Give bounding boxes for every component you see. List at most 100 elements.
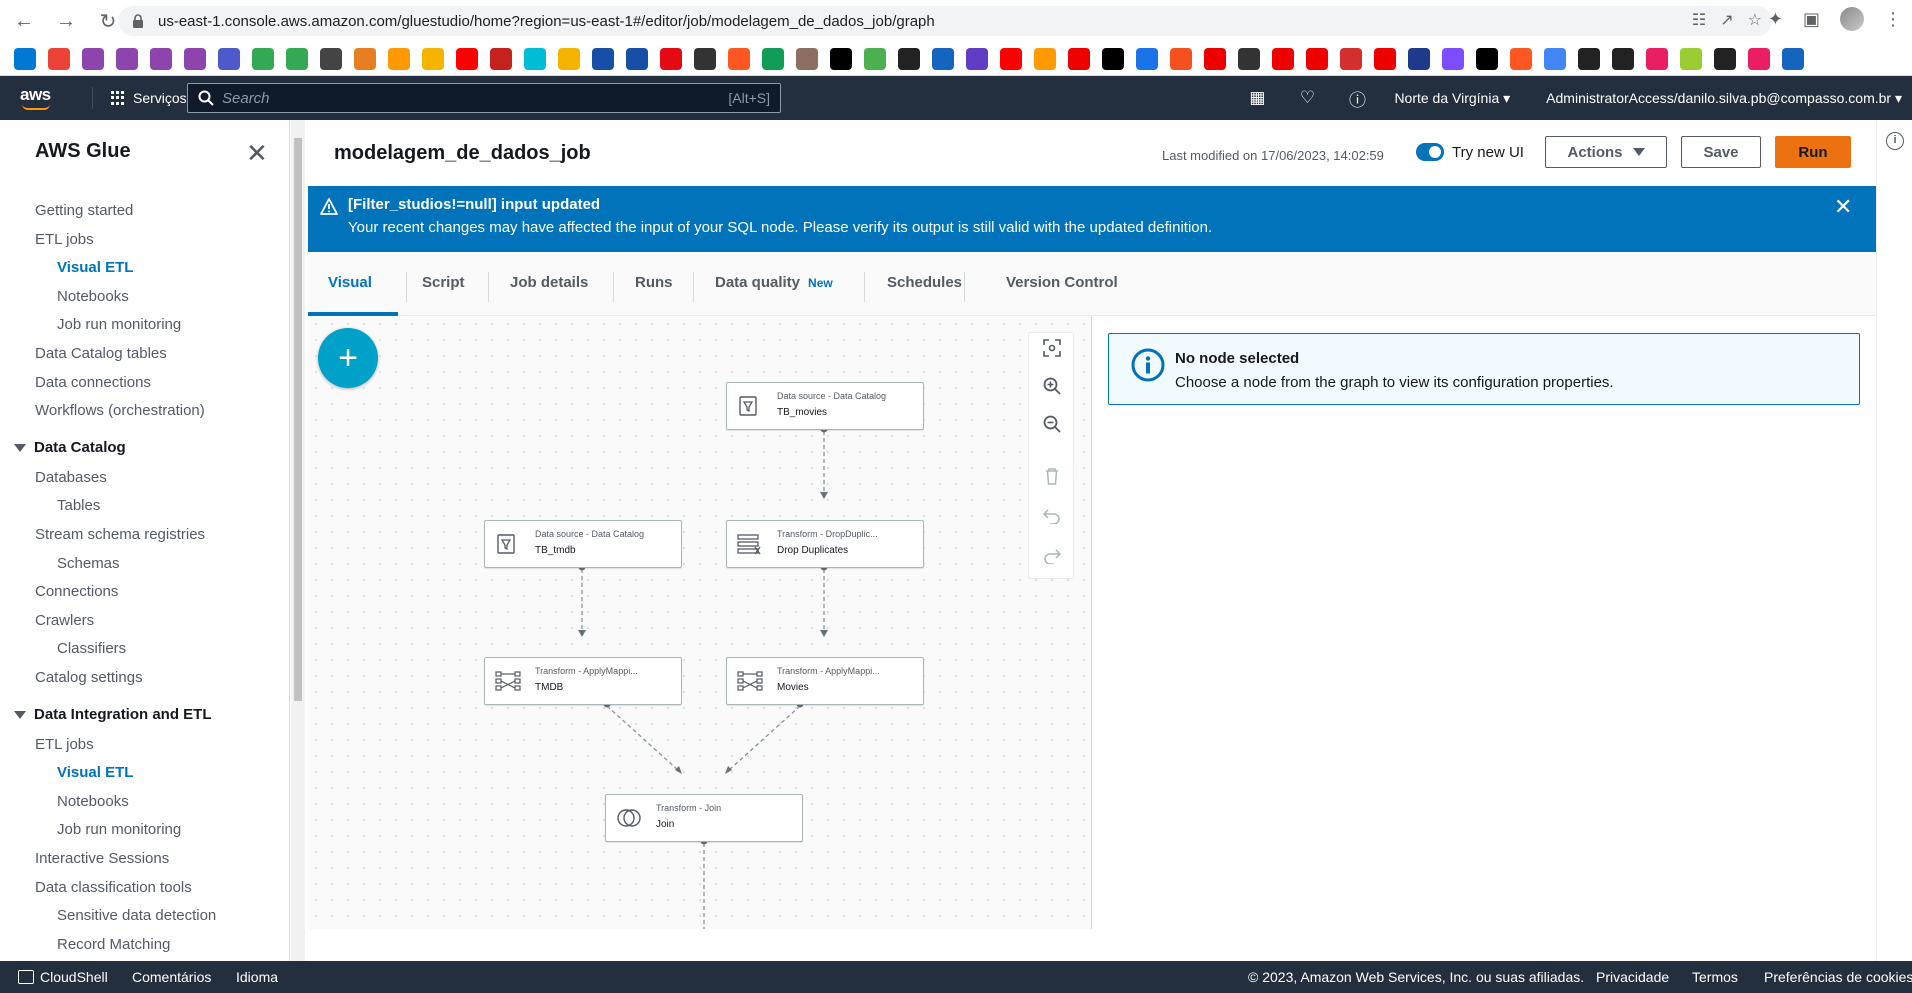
- services-menu[interactable]: Serviços: [111, 90, 187, 106]
- sidebar-item-tables[interactable]: Tables: [57, 497, 100, 514]
- sidebar-item-notebooks[interactable]: Notebooks: [57, 793, 129, 810]
- bookmark-icon[interactable]: [1408, 47, 1430, 70]
- try-new-ui-toggle[interactable]: [1416, 143, 1444, 161]
- sidebar-item-job-run-monitoring[interactable]: Job run monitoring: [57, 316, 181, 333]
- bookmark-icon[interactable]: [1578, 47, 1600, 70]
- tab-visual[interactable]: Visual: [328, 274, 372, 291]
- bookmark-icon[interactable]: [762, 47, 784, 70]
- bookmark-icon[interactable]: [728, 47, 750, 70]
- cloudshell-link[interactable]: CloudShell: [18, 969, 108, 985]
- bookmark-icon[interactable]: [184, 47, 206, 70]
- bookmark-icon[interactable]: [1170, 47, 1192, 70]
- region-selector[interactable]: Norte da Virgínia ▾: [1394, 90, 1510, 107]
- bookmark-icon[interactable]: [1204, 47, 1226, 70]
- bookmark-icon[interactable]: [1340, 47, 1362, 70]
- address-bar[interactable]: us-east-1.console.aws.amazon.com/gluestu…: [118, 6, 1772, 36]
- close-icon[interactable]: ✕: [1834, 194, 1852, 220]
- extensions-icon[interactable]: ✦: [1768, 9, 1783, 30]
- graph-node-tmdb-map[interactable]: Transform - ApplyMappi... TMDB: [484, 657, 682, 705]
- bookmark-icon[interactable]: [218, 47, 240, 70]
- search-input[interactable]: Search [Alt+S]: [187, 83, 781, 113]
- sidepanel-icon[interactable]: ▣: [1803, 9, 1820, 30]
- undo-icon[interactable]: [1029, 501, 1075, 531]
- tab-schedules[interactable]: Schedules: [887, 274, 962, 291]
- redo-icon[interactable]: [1029, 541, 1075, 571]
- bookmark-icon[interactable]: [1136, 47, 1158, 70]
- forward-arrow-icon[interactable]: →: [52, 7, 80, 35]
- bookmark-icon[interactable]: [1034, 47, 1056, 70]
- bookmark-icon[interactable]: [864, 47, 886, 70]
- help-icon[interactable]: ⓘ: [1332, 86, 1382, 111]
- bookmark-icon[interactable]: [456, 47, 478, 70]
- share-icon[interactable]: ↗: [1720, 10, 1733, 30]
- sidebar-item-getting-started[interactable]: Getting started: [35, 202, 133, 219]
- bookmark-icon[interactable]: [286, 47, 308, 70]
- sidebar-item-record-matching[interactable]: Record Matching: [57, 936, 170, 953]
- zoom-out-icon[interactable]: [1029, 409, 1075, 439]
- close-icon[interactable]: ✕: [246, 138, 268, 169]
- cloudshell-icon[interactable]: ▦: [1232, 88, 1282, 108]
- sidebar-item-classifiers[interactable]: Classifiers: [57, 640, 126, 657]
- bookmark-icon[interactable]: [490, 47, 512, 70]
- tab-script[interactable]: Script: [422, 274, 465, 291]
- bookmark-icon[interactable]: [898, 47, 920, 70]
- cookie-preferences-link[interactable]: Preferências de cookies: [1764, 969, 1912, 985]
- bookmark-icon[interactable]: [1782, 47, 1804, 70]
- bookmark-icon[interactable]: [252, 47, 274, 70]
- back-arrow-icon[interactable]: ←: [10, 7, 38, 35]
- sidebar-item-visual-etl[interactable]: Visual ETL: [57, 259, 133, 276]
- sidebar-item-visual-etl[interactable]: Visual ETL: [57, 764, 133, 781]
- bookmark-icon[interactable]: [388, 47, 410, 70]
- section-data-integration[interactable]: Data Integration and ETL: [14, 706, 212, 723]
- terms-link[interactable]: Termos: [1692, 969, 1738, 985]
- tab-version-control[interactable]: Version Control: [1006, 274, 1118, 291]
- bookmark-icon[interactable]: [82, 47, 104, 70]
- bookmark-icon[interactable]: [1714, 47, 1736, 70]
- bookmark-icon[interactable]: [830, 47, 852, 70]
- bookmark-icon[interactable]: [116, 47, 138, 70]
- bookmark-icon[interactable]: [1000, 47, 1022, 70]
- graph-node-movies-map[interactable]: Transform - ApplyMappi... Movies: [726, 657, 924, 705]
- bookmark-icon[interactable]: [1510, 47, 1532, 70]
- bookmark-icon[interactable]: [320, 47, 342, 70]
- bookmark-icon[interactable]: [422, 47, 444, 70]
- bookmark-icon[interactable]: [796, 47, 818, 70]
- graph-node-tb-tmdb[interactable]: Data source - Data Catalog TB_tmdb: [484, 520, 682, 568]
- sidebar-item-crawlers[interactable]: Crawlers: [35, 612, 94, 629]
- actions-button[interactable]: Actions: [1545, 136, 1667, 168]
- bookmark-icon[interactable]: [1612, 47, 1634, 70]
- bookmark-icon[interactable]: [660, 47, 682, 70]
- bookmark-icon[interactable]: [1068, 47, 1090, 70]
- sidebar-item-stream-schema-registries[interactable]: Stream schema registries: [35, 526, 205, 543]
- bookmark-icon[interactable]: [1680, 47, 1702, 70]
- graph-node-drop-duplicates[interactable]: Transform - DropDuplic... Drop Duplicates: [726, 520, 924, 568]
- sidenav-scrollbar[interactable]: [291, 120, 305, 961]
- privacy-link[interactable]: Privacidade: [1596, 969, 1669, 985]
- save-button[interactable]: Save: [1681, 136, 1761, 168]
- sidebar-item-notebooks[interactable]: Notebooks: [57, 288, 129, 305]
- bookmark-icon[interactable]: [694, 47, 716, 70]
- bookmark-icon[interactable]: [626, 47, 648, 70]
- bookmark-icon[interactable]: [150, 47, 172, 70]
- section-data-catalog[interactable]: Data Catalog: [14, 439, 126, 456]
- sidebar-item-catalog-settings[interactable]: Catalog settings: [35, 669, 143, 686]
- sidebar-item-interactive-sessions[interactable]: Interactive Sessions: [35, 850, 169, 867]
- info-icon[interactable]: i: [1886, 132, 1904, 150]
- tab-data-quality[interactable]: Data quality New: [715, 274, 833, 291]
- fit-view-icon[interactable]: [1029, 333, 1075, 363]
- delete-icon[interactable]: [1029, 461, 1075, 491]
- run-button[interactable]: Run: [1775, 136, 1851, 168]
- bookmark-icon[interactable]: [592, 47, 614, 70]
- bookmark-icon[interactable]: [1306, 47, 1328, 70]
- graph-node-join[interactable]: Transform - Join Join: [605, 794, 803, 842]
- bookmark-icon[interactable]: [524, 47, 546, 70]
- bookmark-icon[interactable]: [1646, 47, 1668, 70]
- zoom-in-icon[interactable]: [1029, 371, 1075, 401]
- sidebar-item-schemas[interactable]: Schemas: [57, 555, 120, 572]
- bookmark-icon[interactable]: [1374, 47, 1396, 70]
- sidebar-item-data-catalog-tables[interactable]: Data Catalog tables: [35, 345, 167, 362]
- bookmark-icon[interactable]: [1748, 47, 1770, 70]
- sidebar-item-etl-jobs[interactable]: ETL jobs: [35, 736, 94, 753]
- bookmark-icon[interactable]: [558, 47, 580, 70]
- bookmark-icon[interactable]: [1102, 47, 1124, 70]
